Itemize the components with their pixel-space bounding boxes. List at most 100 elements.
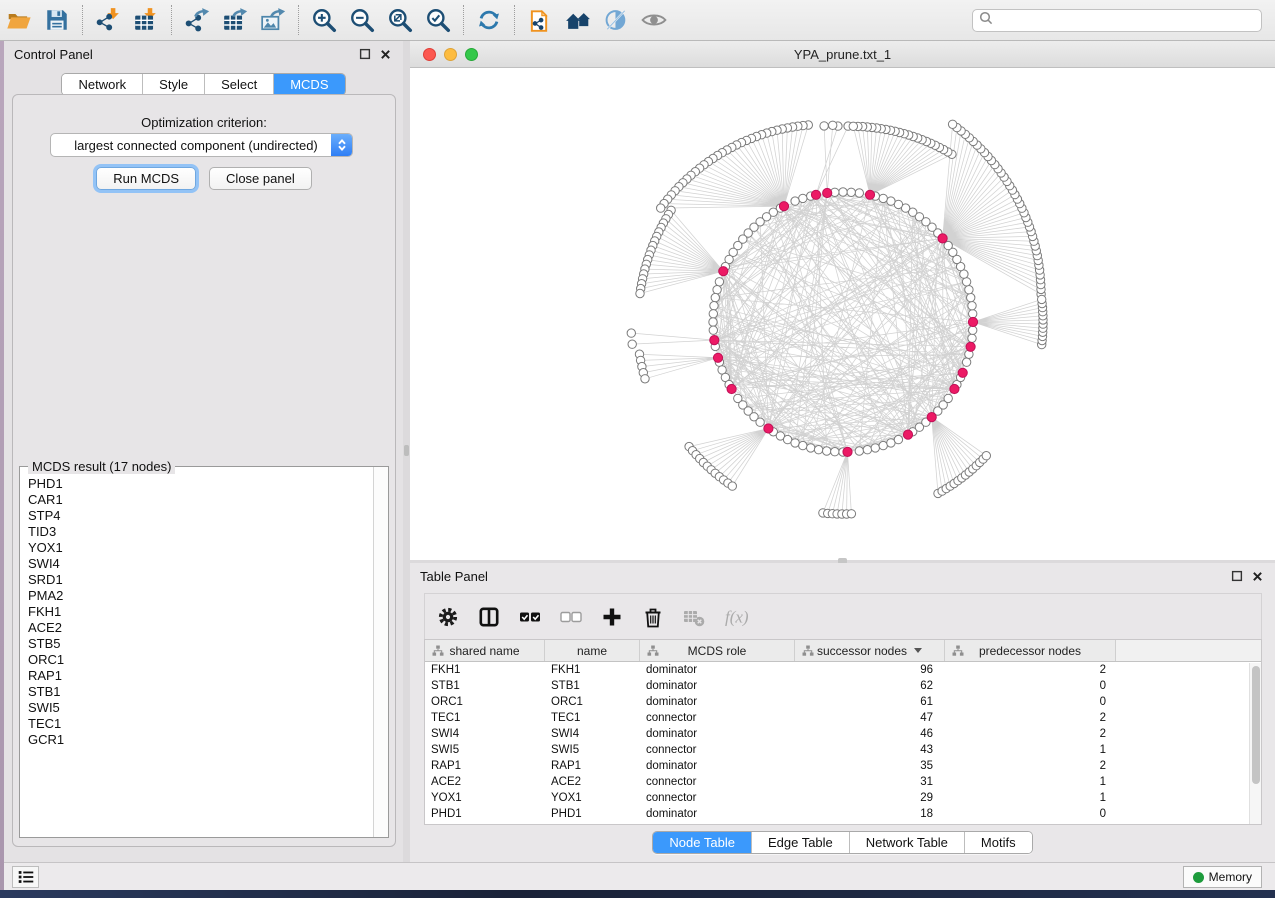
table-cell[interactable]: 2 [945,662,1116,678]
graph-dominator-node[interactable] [811,190,820,199]
table-row[interactable]: ACE2ACE2connector311 [425,774,1261,790]
graph-node[interactable] [711,293,719,301]
table-cell[interactable]: 1 [945,742,1116,758]
graph-dominator-node[interactable] [865,190,874,199]
table-row[interactable]: FKH1FKH1dominator962 [425,662,1261,678]
graph-dominator-node[interactable] [823,188,832,197]
mcds-result-item[interactable]: FKH1 [28,604,372,620]
graph-node[interactable] [967,293,975,301]
graph-node[interactable] [814,446,822,454]
mcds-result-item[interactable]: YOX1 [28,540,372,556]
mcds-result-item[interactable]: ACE2 [28,620,372,636]
delete-columns-button[interactable] [641,605,665,629]
table-cell[interactable]: 0 [945,806,1116,822]
graph-node[interactable] [855,189,863,197]
table-cell[interactable]: PHD1 [545,806,640,822]
table-cell[interactable]: connector [640,774,795,790]
graph-node[interactable] [756,418,764,426]
network-graph[interactable] [410,68,1275,560]
mcds-result-item[interactable]: RAP1 [28,668,372,684]
run-mcds-button[interactable]: Run MCDS [96,167,196,190]
mcds-result-item[interactable]: STB5 [28,636,372,652]
graph-node[interactable] [715,278,723,286]
table-cell[interactable]: FKH1 [545,662,640,678]
tab-style[interactable]: Style [143,74,205,95]
table-tab-motifs[interactable]: Motifs [965,832,1032,853]
table-row[interactable]: SWI5SWI5connector431 [425,742,1261,758]
open-session-button[interactable] [2,4,36,36]
table-row[interactable]: YOX1YOX1connector291 [425,790,1261,806]
column-header-MCDS-role[interactable]: MCDS role [640,640,795,661]
mcds-result-item[interactable]: SWI4 [28,556,372,572]
graph-node[interactable] [829,121,837,129]
mcds-result-item[interactable]: SRD1 [28,572,372,588]
vizmapper-button[interactable] [599,4,633,36]
table-cell[interactable]: STB1 [545,678,640,694]
mcds-result-item[interactable]: STP4 [28,508,372,524]
graph-node[interactable] [944,394,952,402]
column-header-successor-nodes[interactable]: successor nodes [795,640,945,661]
graph-node[interactable] [710,302,718,310]
graph-node[interactable] [839,188,847,196]
close-panel-icon[interactable] [1250,569,1265,584]
mcds-result-item[interactable]: ORC1 [28,652,372,668]
memory-button[interactable]: Memory [1183,866,1262,888]
table-cell[interactable]: 18 [795,806,945,822]
table-cell[interactable]: 2 [945,726,1116,742]
table-cell[interactable]: 61 [795,694,945,710]
import-table-button[interactable] [129,4,163,36]
graph-node[interactable] [1038,295,1046,303]
tab-select[interactable]: Select [205,74,274,95]
table-cell[interactable]: connector [640,742,795,758]
export-table-button[interactable] [218,4,252,36]
graph-node[interactable] [627,329,635,337]
column-header-name[interactable]: name [545,640,640,661]
zoom-out-button[interactable] [345,4,379,36]
table-cell[interactable]: 96 [795,662,945,678]
graph-node[interactable] [847,510,855,518]
graph-node[interactable] [879,441,887,449]
table-cell[interactable]: TEC1 [425,710,545,726]
graph-node[interactable] [871,444,879,452]
graph-node[interactable] [799,441,807,449]
table-cell[interactable]: dominator [640,806,795,822]
table-cell[interactable]: dominator [640,726,795,742]
graph-node[interactable] [799,194,807,202]
search-box[interactable] [972,9,1262,32]
close-panel-button[interactable]: Close panel [209,167,312,190]
graph-node[interactable] [969,326,977,334]
select-all-columns-button[interactable] [518,605,542,629]
table-cell[interactable]: 1 [945,774,1116,790]
graph-node[interactable] [982,452,990,460]
float-panel-icon[interactable] [1229,569,1244,584]
graph-node[interactable] [791,439,799,447]
vertical-splitter[interactable] [403,41,410,862]
column-header-shared-name[interactable]: shared name [425,640,545,661]
graph-node[interactable] [855,447,863,455]
graph-node[interactable] [713,286,721,294]
table-cell[interactable]: SWI4 [425,726,545,742]
table-cell[interactable]: 35 [795,758,945,774]
graph-node[interactable] [709,318,717,326]
graph-node[interactable] [968,302,976,310]
unselect-all-columns-button[interactable] [559,605,583,629]
table-row[interactable]: STB1STB1dominator620 [425,678,1261,694]
graph-node[interactable] [894,435,902,443]
table-cell[interactable]: ORC1 [545,694,640,710]
table-row[interactable]: ORC1ORC1dominator610 [425,694,1261,710]
create-column-button[interactable] [600,605,624,629]
graph-node[interactable] [847,188,855,196]
graph-dominator-node[interactable] [903,430,912,439]
graph-dominator-node[interactable] [713,353,722,362]
table-settings-button[interactable] [436,605,460,629]
mcds-result-item[interactable]: STB1 [28,684,372,700]
graph-node[interactable] [807,444,815,452]
table-cell[interactable]: 62 [795,678,945,694]
graph-node[interactable] [831,448,839,456]
table-row[interactable]: RAP1RAP1dominator352 [425,758,1261,774]
mcds-result-item[interactable]: PHD1 [28,476,372,492]
table-cell[interactable]: 31 [795,774,945,790]
close-panel-icon[interactable] [378,47,393,62]
show-columns-button[interactable] [477,605,501,629]
table-cell[interactable]: FKH1 [425,662,545,678]
